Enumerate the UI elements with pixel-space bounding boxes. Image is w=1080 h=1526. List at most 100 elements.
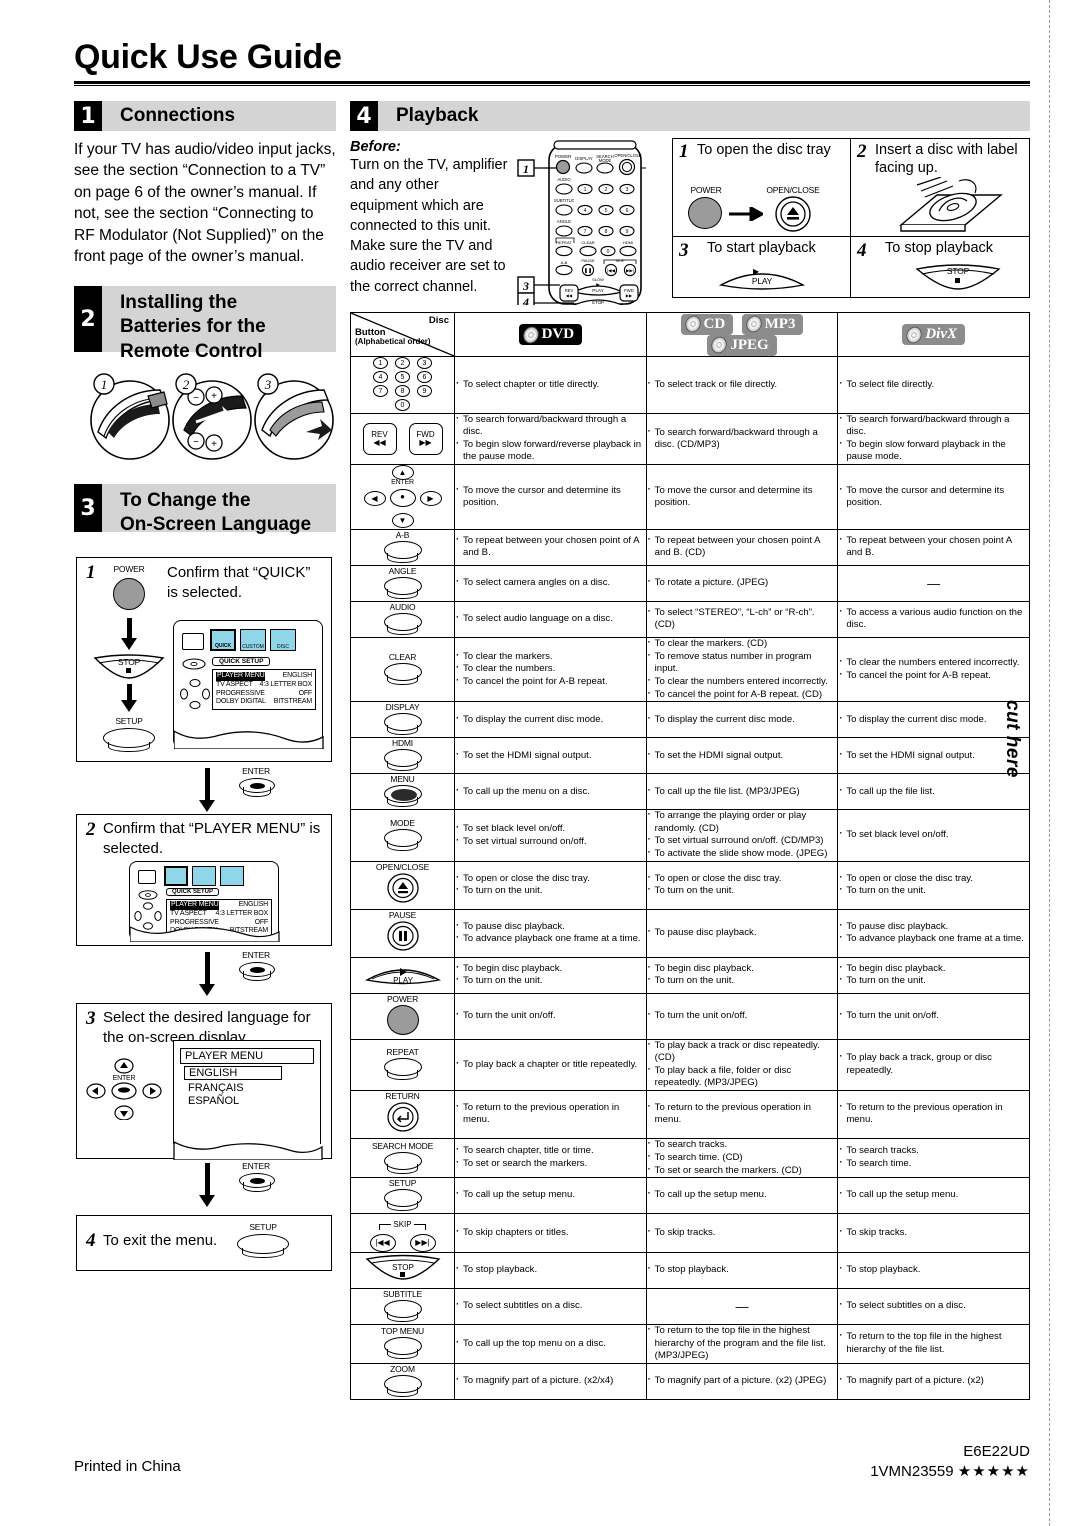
divx-desc-19-item-0: To skip tracks.: [838, 1226, 1029, 1239]
osd-tab-quick[interactable]: QUICK: [210, 629, 236, 651]
key-4[interactable]: 4: [373, 371, 388, 383]
cursor-left-button[interactable]: ◀: [363, 491, 386, 507]
cursor-direction-pad[interactable]: ▲ ◀ ● ▶ ▼ ENTER: [360, 465, 446, 529]
button-cell-15[interactable]: REPEAT: [350, 1038, 455, 1092]
osd-tab-strip-2[interactable]: [164, 866, 244, 886]
button-cell-19[interactable]: SKIP |◀◀ ▶▶|: [350, 1213, 455, 1254]
button-cell-2[interactable]: ▲ ◀ ● ▶ ▼ ENTER: [350, 464, 455, 531]
enter-button-3[interactable]: [239, 1173, 275, 1192]
button-cell-14[interactable]: POWER: [350, 992, 455, 1040]
button-cell-20[interactable]: STOP: [350, 1252, 455, 1290]
cursor-up-button[interactable]: ▲: [391, 465, 414, 481]
rev-fwd-buttons[interactable]: REV ◀◀ FWD ▶▶: [351, 423, 454, 456]
key-8[interactable]: 8: [395, 385, 410, 397]
remote-button-play[interactable]: PLAY: [364, 958, 442, 988]
button-cell-1[interactable]: REV ◀◀ FWD ▶▶: [350, 412, 455, 466]
button-cell-10[interactable]: MODE: [350, 809, 455, 862]
osd-tab-strip[interactable]: QUICK CUSTOM DISC: [210, 629, 296, 651]
button-cell-22[interactable]: TOP MENU: [350, 1324, 455, 1364]
remote-button-menu[interactable]: [383, 785, 422, 808]
button-cell-8[interactable]: HDMI: [350, 737, 455, 775]
remote-button-hdmi[interactable]: [383, 749, 422, 772]
cursor-cluster[interactable]: ENTER: [85, 1058, 163, 1121]
button-cell-6[interactable]: CLEAR: [350, 637, 455, 703]
remote-button-zoom[interactable]: [383, 1374, 422, 1397]
table-header-row: Disc Button (Alphabetical order) DVD CD …: [350, 312, 1030, 357]
key-7[interactable]: 7: [373, 385, 388, 397]
key-5[interactable]: 5: [395, 371, 410, 383]
remote-button-return[interactable]: [386, 1101, 420, 1133]
remote-button-search-mode[interactable]: [383, 1151, 422, 1174]
table-corner-header: Disc Button (Alphabetical order): [350, 312, 455, 357]
button-cell-23[interactable]: ZOOM: [350, 1362, 455, 1400]
key-6[interactable]: 6: [417, 371, 432, 383]
playback-power-button[interactable]: [688, 197, 722, 229]
key-1[interactable]: 1: [373, 357, 388, 369]
key-0[interactable]: 0: [395, 399, 410, 411]
cursor-right-button[interactable]: ▶: [419, 491, 442, 507]
key-9[interactable]: 9: [417, 385, 432, 397]
power-button[interactable]: [113, 578, 145, 610]
cd-desc-17-item-2: To set or search the markers. (CD): [647, 1164, 838, 1177]
remote-button-display[interactable]: [383, 713, 422, 736]
button-cell-21[interactable]: SUBTITLE: [350, 1288, 455, 1326]
remote-button-pause[interactable]: [386, 920, 420, 952]
skip-prev-button[interactable]: |◀◀: [369, 1234, 396, 1253]
playback-openclose-button[interactable]: [774, 195, 812, 238]
button-cell-7[interactable]: DISPLAY: [350, 701, 455, 739]
button-cell-3[interactable]: A-B: [350, 529, 455, 567]
language-menu-item-francais[interactable]: FRANÇAIS: [188, 1082, 314, 1094]
numeric-keypad[interactable]: 123 456 7890: [373, 357, 432, 413]
remote-button-angle[interactable]: [383, 577, 422, 600]
button-cell-16[interactable]: RETURN: [350, 1090, 455, 1140]
table-header-dvd: DVD: [454, 312, 647, 357]
button-cell-4[interactable]: ANGLE: [350, 565, 455, 603]
setup-button[interactable]: [103, 728, 155, 752]
table-row: ANGLE To select camera angles on a disc.…: [350, 565, 1030, 603]
key-2[interactable]: 2: [395, 357, 410, 369]
btn-label-return: RETURN: [385, 1091, 420, 1102]
button-cell-17[interactable]: SEARCH MODE: [350, 1138, 455, 1179]
language-menu-item-english[interactable]: ENGLISH: [184, 1066, 282, 1080]
button-cell-12[interactable]: PAUSE: [350, 908, 455, 958]
skip-next-button[interactable]: ▶▶|: [409, 1234, 436, 1253]
setup-button-2[interactable]: [237, 1234, 289, 1258]
osd-tab-disclang[interactable]: DISC: [270, 629, 296, 651]
osd-tab-quick-2[interactable]: [164, 866, 188, 886]
remote-button-clear[interactable]: [383, 663, 422, 686]
button-cell-18[interactable]: SETUP: [350, 1177, 455, 1215]
divx-desc-11-item-0: To open or close the disc tray.: [838, 872, 1029, 885]
remote-button-top-menu[interactable]: [383, 1337, 422, 1360]
osd-tab-custom[interactable]: CUSTOM: [240, 629, 266, 651]
language-menu-item-espanol[interactable]: ESPAÑOL: [188, 1095, 314, 1107]
remote-button-fwd[interactable]: FWD ▶▶: [408, 423, 443, 456]
remote-button-rev[interactable]: REV ◀◀: [362, 423, 397, 456]
remote-button-a-b[interactable]: [383, 541, 422, 564]
disc-glyph-icon-cd: [683, 313, 702, 335]
remote-button-setup[interactable]: [383, 1189, 422, 1212]
skip-buttons[interactable]: SKIP |◀◀ ▶▶|: [351, 1214, 454, 1253]
button-cell-5[interactable]: AUDIO: [350, 601, 455, 639]
svg-text:HDMI: HDMI: [623, 240, 633, 245]
cursor-down-button[interactable]: ▼: [391, 513, 414, 529]
osd-tab-custom-2[interactable]: [192, 866, 216, 886]
key-3[interactable]: 3: [417, 357, 432, 369]
button-cell-13[interactable]: PLAY: [350, 956, 455, 994]
remote-button-subtitle[interactable]: [383, 1300, 422, 1323]
button-cell-9[interactable]: MENU: [350, 773, 455, 811]
remote-button-power[interactable]: [386, 1004, 419, 1035]
footer-stars: ★★★★★: [957, 1463, 1030, 1481]
enter-button-table[interactable]: ●: [389, 489, 416, 508]
table-row: RETURN To return to the previous operati…: [350, 1090, 1030, 1140]
remote-button-open-close[interactable]: [386, 872, 420, 904]
remote-button-stop[interactable]: STOP: [364, 1253, 442, 1283]
enter-button-2[interactable]: [239, 962, 275, 981]
button-cell-11[interactable]: OPEN/CLOSE: [350, 860, 455, 910]
dvd-desc-17: To search chapter, title or time.To set …: [454, 1138, 647, 1179]
remote-button-audio[interactable]: [383, 613, 422, 636]
enter-button-1[interactable]: [239, 778, 275, 797]
button-cell-0[interactable]: 123 456 7890: [350, 356, 455, 414]
remote-button-repeat[interactable]: [383, 1058, 422, 1081]
remote-button-mode[interactable]: [383, 829, 422, 852]
osd-tab-disclang-2[interactable]: [220, 866, 244, 886]
